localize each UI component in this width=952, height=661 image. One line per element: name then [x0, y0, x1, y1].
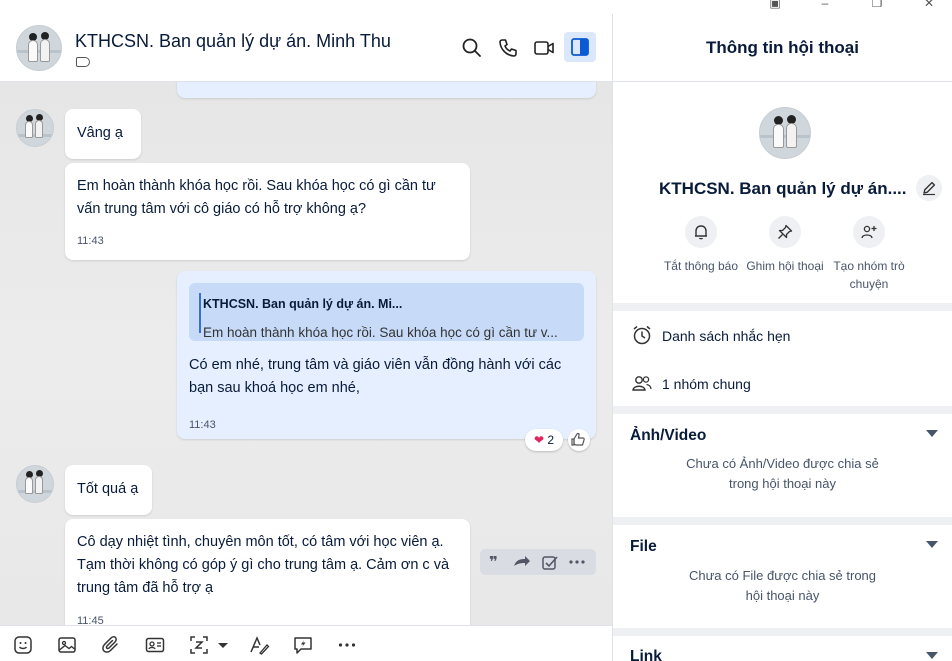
heart-icon: ❤: [533, 433, 545, 447]
quick-message-icon[interactable]: [292, 634, 314, 656]
chevron-down-icon[interactable]: [926, 541, 938, 548]
forward-icon[interactable]: [514, 556, 530, 566]
section-divider: [613, 628, 952, 636]
file-section-title: File: [630, 538, 657, 555]
more-icon[interactable]: [569, 560, 585, 564]
create-group-button[interactable]: Tạo nhóm trò chuyện: [829, 216, 909, 293]
message-bubble-mine[interactable]: KTHCSN. Ban quản lý dự án. Mi... Em hoàn…: [177, 271, 596, 439]
quoted-message[interactable]: KTHCSN. Ban quản lý dự án. Mi... Em hoàn…: [189, 283, 584, 341]
message-text: Có em nhé, trung tâm và giáo viên vẫn đồ…: [189, 357, 562, 396]
reaction-count: 2: [547, 433, 555, 447]
common-groups-label: 1 nhóm chung: [662, 376, 751, 392]
pin-icon: [778, 224, 793, 239]
message-hover-actions: ❞: [480, 549, 596, 575]
contact-avatar[interactable]: [16, 25, 62, 71]
close-window-icon[interactable]: ✕: [921, 0, 937, 10]
conversation-info-panel: Thông tin hội thoại KTHCSN. Ban quản lý …: [612, 14, 952, 661]
action-label: Tạo nhóm trò chuyện: [833, 259, 905, 291]
message-bubble[interactable]: Cô dạy nhiệt tình, chuyên môn tốt, có tâ…: [65, 519, 470, 625]
bell-icon: [695, 225, 707, 240]
section-divider: [613, 517, 952, 525]
action-label: Ghim hội thoại: [746, 259, 824, 273]
profile-name: KTHCSN. Ban quản lý dự án....: [659, 179, 907, 198]
info-panel-title: Thông tin hội thoại: [613, 14, 952, 82]
restore-icon[interactable]: ❐: [869, 0, 885, 10]
message-bubble[interactable]: Tốt quá ạ: [65, 465, 152, 515]
chat-pane: KTHCSN. Ban quản lý dự án. Minh Thu Vâng…: [0, 14, 612, 661]
sticker-icon[interactable]: [12, 634, 34, 656]
quote-text: Em hoàn thành khóa học rồi. Sau khóa học…: [203, 325, 558, 340]
reply-quote-icon[interactable]: ❞: [489, 553, 498, 571]
chat-title[interactable]: KTHCSN. Ban quản lý dự án. Minh Thu: [75, 31, 391, 52]
phone-icon[interactable]: [497, 37, 519, 59]
minimize-icon[interactable]: –: [817, 0, 833, 10]
pin-conversation-button[interactable]: Ghim hội thoại: [745, 216, 825, 275]
message-text: Em hoàn thành khóa học rồi. Sau khóa học…: [77, 178, 436, 217]
contact-card-icon[interactable]: [144, 634, 166, 656]
action-label: Tắt thông báo: [663, 259, 739, 273]
media-empty-text: Chưa có Ảnh/Video được chia sẻ trong hội…: [686, 456, 879, 491]
chevron-down-icon[interactable]: [926, 652, 938, 659]
chat-header: KTHCSN. Ban quản lý dự án. Minh Thu: [0, 14, 612, 82]
alarm-clock-icon: [633, 325, 651, 345]
screenshot-icon[interactable]: [188, 634, 210, 656]
message-bubble[interactable]: Vâng ạ: [65, 109, 141, 159]
quote-sender: KTHCSN. Ban quản lý dự án. Mi...: [203, 297, 403, 311]
group-icon: [632, 376, 652, 391]
section-divider: [613, 303, 952, 311]
composer-toolbar: [0, 625, 612, 661]
reaction-badge[interactable]: ❤ 2: [525, 429, 563, 451]
sender-avatar[interactable]: [16, 465, 54, 503]
mute-notifications-button[interactable]: Tắt thông báo: [661, 216, 741, 275]
video-call-icon[interactable]: [533, 37, 555, 59]
text-format-icon[interactable]: [248, 634, 270, 656]
message-time: 11:43: [77, 235, 104, 247]
message-text: Cô dạy nhiệt tình, chuyên môn tốt, có tâ…: [77, 534, 450, 596]
message-bubble[interactable]: Em hoàn thành khóa học rồi. Sau khóa học…: [65, 163, 470, 260]
message-bubble-partial[interactable]: [177, 82, 596, 98]
sidebar-toggle-icon: [571, 38, 589, 56]
add-reaction-button[interactable]: [568, 429, 590, 451]
add-group-icon: [861, 225, 877, 239]
message-text: Tốt quá ạ: [77, 481, 139, 497]
message-time: 11:45: [77, 615, 104, 625]
more-options-icon[interactable]: [336, 634, 358, 656]
info-panel-toggle-button[interactable]: [564, 32, 596, 62]
thumbs-up-icon: [571, 432, 585, 446]
section-divider: [613, 406, 952, 414]
profile-avatar[interactable]: [759, 107, 811, 159]
image-icon[interactable]: [56, 634, 78, 656]
tag-icon[interactable]: [76, 57, 90, 67]
attachment-icon[interactable]: [100, 634, 122, 656]
message-text: Vâng ạ: [77, 125, 123, 141]
message-time: 11:43: [189, 419, 216, 431]
screenshot-dropdown-icon[interactable]: [212, 634, 228, 656]
link-section-title: Link: [630, 648, 662, 661]
file-empty-text: Chưa có File được chia sẻ trong hội thoạ…: [688, 568, 877, 603]
pencil-icon: [923, 181, 936, 196]
media-section-title: Ảnh/Video: [630, 427, 707, 444]
edit-name-button[interactable]: [916, 175, 942, 201]
svg-text:❞: ❞: [489, 553, 498, 571]
message-list[interactable]: Vâng ạ Em hoàn thành khóa học rồi. Sau k…: [0, 82, 612, 625]
reminders-label: Danh sách nhắc hẹn: [662, 328, 791, 344]
window-menu-icon[interactable]: ▣: [767, 0, 783, 10]
sender-avatar[interactable]: [16, 109, 54, 147]
task-icon[interactable]: [542, 556, 558, 570]
chevron-down-icon[interactable]: [926, 430, 938, 437]
window-controls: ▣ – ❐ ✕: [612, 0, 952, 14]
search-icon[interactable]: [461, 37, 483, 59]
